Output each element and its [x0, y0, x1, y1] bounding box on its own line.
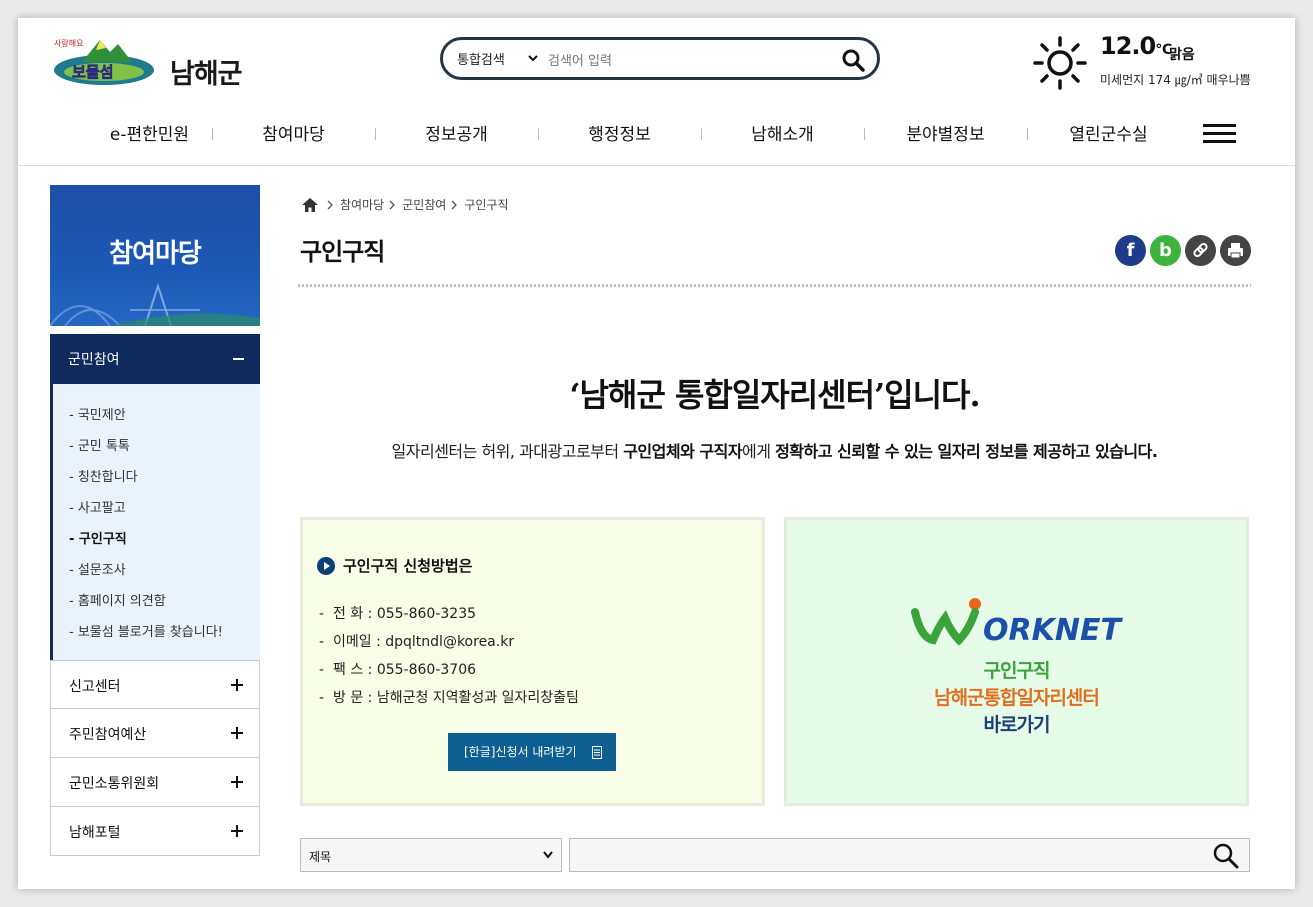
breadcrumb-item[interactable]: 참여마당 [340, 196, 384, 213]
lnb-group-label: 남해포털 [69, 825, 121, 841]
apply-method-heading: 구인구직 신청방법은 [317, 555, 472, 576]
document-icon [592, 746, 602, 759]
link-icon [1193, 242, 1208, 258]
nav-item-field-info[interactable]: 분야별정보 [864, 120, 1027, 145]
nav-item-namhae-intro[interactable]: 남해소개 [701, 120, 864, 145]
sun-icon [1033, 36, 1087, 90]
lnb-subitem[interactable]: - 국민제안 [69, 404, 126, 423]
download-form-button[interactable]: [한글]신청서 내려받기 [448, 733, 616, 771]
chevron-right-icon [389, 200, 396, 209]
apply-method-box: 구인구직 신청방법은 -전 화 : 055-860-3235 - 이메일 : dp… [300, 517, 765, 806]
lnb-subitem-current[interactable]: - 구인구직 [69, 528, 127, 547]
contact-email: - 이메일 : dpqltndl@korea.kr [319, 634, 515, 650]
home-icon[interactable] [302, 197, 318, 212]
search-field-select[interactable]: 제목 [300, 838, 562, 872]
lnb-subitem[interactable]: - 설문조사 [69, 559, 126, 578]
lnb-group-portal[interactable]: 남해포털 [50, 807, 260, 856]
svg-text:ORKNET: ORKNET [983, 613, 1123, 646]
site-logo-text: 남해군 [170, 59, 243, 90]
lnb-subitem[interactable]: - 사고팔고 [69, 497, 126, 516]
nav-item-civil-service[interactable]: e-편한민원 [68, 120, 231, 145]
chevron-right-icon [451, 200, 458, 209]
worknet-line-1: 구인구직 [983, 660, 1051, 682]
content-headline: ‘남해군 통합일자리센터’입니다. [569, 376, 980, 414]
lnb-group-citizen-participation[interactable]: 군민참여 [50, 334, 260, 384]
weather-condition: 맑음 [1169, 47, 1195, 63]
lnb-group-label: 주민참여예산 [69, 727, 147, 743]
weather-temp-value: 12.0 [1100, 32, 1156, 60]
svg-text:사랑해요: 사랑해요 [54, 38, 83, 48]
menu-icon[interactable] [1203, 124, 1236, 144]
search-icon[interactable] [841, 48, 865, 72]
search-field-value: 제목 [309, 850, 332, 864]
lnb-group-committee[interactable]: 군민소통위원회 [50, 758, 260, 807]
chevron-right-icon [327, 200, 333, 209]
lnb-group-label: 신고센터 [69, 679, 121, 695]
page-title: 구인구직 [300, 238, 385, 266]
section-banner: 참여마당 [50, 185, 260, 326]
section-banner-title: 참여마당 [109, 239, 202, 269]
page-frame: 보물섬 사랑해요 남해군 통합검색 검색어 입력 12.0℃ 맑음 미세먼지 1… [18, 18, 1295, 889]
site-logo[interactable]: 보물섬 사랑해요 남해군 [52, 32, 262, 90]
content-subline: 일자리센터는 허위, 과대광고로부터 구인업체와 구직자에게 정확하고 신뢰할 … [391, 442, 1158, 461]
svg-text:보물섬: 보물섬 [72, 63, 113, 81]
plus-icon [231, 825, 243, 837]
header-divider [18, 165, 1295, 166]
breadcrumb-item[interactable]: 군민참여 [402, 196, 446, 213]
chevron-down-icon[interactable] [527, 52, 539, 64]
weather-fine-dust: 미세먼지 174 ㎍/㎥ 매우나쁨 [1100, 73, 1251, 87]
play-circle-icon [317, 556, 335, 575]
worknet-line-2: 남해군통합일자리센터 [934, 687, 1100, 709]
breadcrumb: 참여마당 군민참여 구인구직 [302, 196, 509, 213]
worknet-logo: ORKNET [911, 598, 1123, 646]
lnb-group-budget[interactable]: 주민참여예산 [50, 709, 260, 758]
search-scope-select[interactable]: 통합검색 [457, 49, 505, 68]
search-icon[interactable] [1213, 843, 1239, 869]
lnb-submenu: - 국민제안 - 군민 톡톡 - 칭찬합니다 - 사고팔고 - 구인구직 - 설… [50, 384, 260, 661]
main-nav: e-편한민원 참여마당 정보공개 행정정보 남해소개 분야별정보 열린군수실 [18, 114, 1295, 154]
breadcrumb-item-current: 구인구직 [464, 198, 509, 212]
nav-item-admin-info[interactable]: 행정정보 [538, 120, 701, 145]
weather-temperature: 12.0℃ [1100, 32, 1172, 60]
title-divider [298, 284, 1251, 287]
lnb-subitem[interactable]: - 칭찬합니다 [69, 466, 138, 485]
lnb-group-label: 군민참여 [68, 352, 120, 368]
contact-fax: -팩 스 : 055-860-3706 [319, 662, 477, 678]
copy-link-button[interactable] [1185, 235, 1216, 266]
lnb-subitem[interactable]: - 보물섬 블로거를 찾습니다! [69, 621, 223, 640]
lnb-group-report-center[interactable]: 신고센터 [50, 660, 260, 709]
board-search-input[interactable] [569, 838, 1250, 872]
plus-icon [231, 727, 243, 739]
contact-phone: -전 화 : 055-860-3235 [319, 606, 477, 622]
facebook-share-button[interactable]: f [1115, 235, 1146, 266]
print-button[interactable] [1220, 235, 1251, 266]
lnb-subitem[interactable]: - 홈페이지 의견함 [69, 590, 166, 609]
contact-visit: -방 문 : 남해군청 지역활성과 일자리창출팀 [319, 690, 579, 706]
plus-icon [231, 679, 243, 691]
lnb-group-label: 군민소통위원회 [69, 776, 160, 792]
nav-item-governor[interactable]: 열린군수실 [1027, 120, 1190, 145]
logo-emblem-icon: 보물섬 사랑해요 [54, 38, 154, 85]
worknet-link-box[interactable]: ORKNET 구인구직 남해군통합일자리센터 바로가기 [784, 517, 1249, 806]
blog-share-button[interactable]: b [1150, 235, 1181, 266]
search-input[interactable]: 검색어 입력 [548, 50, 612, 69]
collapse-icon [233, 358, 244, 360]
search-bar: 통합검색 검색어 입력 [440, 37, 880, 80]
chevron-down-icon [543, 851, 553, 859]
plus-icon [231, 776, 243, 788]
download-form-label: [한글]신청서 내려받기 [464, 745, 577, 759]
print-icon [1228, 243, 1243, 259]
worknet-line-3: 바로가기 [983, 714, 1051, 736]
lnb-subitem[interactable]: - 군민 톡톡 [69, 435, 130, 454]
nav-item-info-disclosure[interactable]: 정보공개 [375, 120, 538, 145]
bridge-illustration-icon [50, 282, 260, 326]
nav-item-participation[interactable]: 참여마당 [212, 120, 375, 145]
